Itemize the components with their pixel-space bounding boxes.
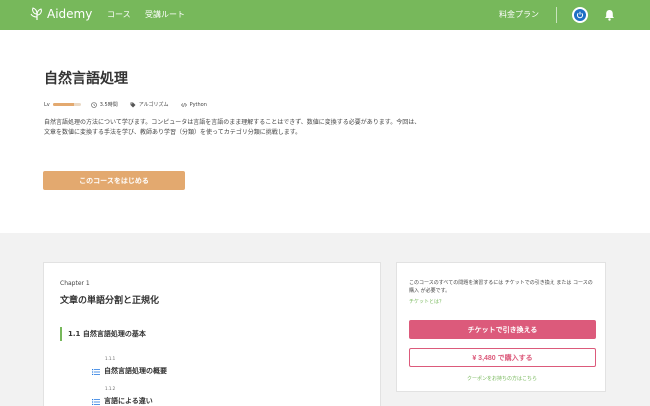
lesson-title: 自然言語処理の概要 bbox=[104, 367, 167, 375]
level-indicator: Lv bbox=[44, 102, 81, 108]
nav-courses[interactable]: コース bbox=[107, 9, 131, 20]
level-bar-fill bbox=[52, 103, 74, 106]
lesson-number: 1.1.1 bbox=[105, 356, 116, 361]
redeem-ticket-button[interactable]: チケットで引き換える bbox=[409, 320, 596, 339]
user-menu-button[interactable] bbox=[572, 7, 588, 23]
header-divider bbox=[556, 7, 557, 23]
course-meta: Lv 3.5時間 アルゴリズム Python bbox=[44, 101, 219, 109]
tag-icon bbox=[130, 102, 136, 107]
level-label: Lv bbox=[44, 101, 50, 108]
chapter-label: Chapter 1 bbox=[60, 280, 90, 287]
lesson-number: 1.1.2 bbox=[105, 386, 116, 391]
coupon-link[interactable]: クーポンをお持ちの方はこちら bbox=[397, 375, 607, 382]
list-item[interactable]: 1.1.1 自然言語処理の概要 bbox=[92, 356, 167, 376]
chapter-title: 文章の単語分割と正規化 bbox=[60, 296, 160, 306]
tag-language: Python bbox=[180, 101, 207, 108]
bell-icon[interactable] bbox=[604, 9, 615, 21]
course-title: 自然言語処理 bbox=[44, 71, 128, 87]
tag-algorithm-text: アルゴリズム bbox=[138, 102, 169, 108]
tag-algorithm: アルゴリズム bbox=[130, 101, 169, 108]
section-title[interactable]: 1.1 自然言語処理の基本 bbox=[60, 327, 146, 341]
top-header: Aidemy コース 受講ルート 料金プラン bbox=[0, 0, 650, 30]
list-item[interactable]: 1.1.2 言語による違い bbox=[92, 386, 153, 406]
list-icon bbox=[92, 369, 100, 375]
power-icon bbox=[574, 9, 586, 21]
course-hero: 自然言語処理 Lv 3.5時間 アルゴリズム Python 自然言語処理の方法に… bbox=[0, 30, 650, 233]
duration-text: 3.5時間 bbox=[99, 102, 118, 108]
list-icon bbox=[92, 399, 100, 405]
leaf-logo-icon bbox=[30, 7, 42, 20]
level-bar bbox=[52, 103, 81, 106]
ticket-info-link[interactable]: チケットとは？ bbox=[409, 298, 444, 305]
lesson-title: 言語による違い bbox=[104, 397, 153, 405]
start-course-button[interactable]: このコースをはじめる bbox=[43, 171, 185, 190]
logo[interactable]: Aidemy bbox=[30, 7, 92, 21]
purchase-info-text: このコースのすべての問題を演習するには チケットでの引き換え または コースの購… bbox=[409, 280, 593, 294]
tag-language-text: Python bbox=[189, 101, 207, 108]
code-icon bbox=[180, 102, 187, 107]
clock-icon bbox=[90, 101, 97, 108]
duration: 3.5時間 bbox=[90, 101, 118, 108]
chapter-card: Chapter 1 文章の単語分割と正規化 1.1 自然言語処理の基本 1.1.… bbox=[43, 262, 381, 406]
logo-text: Aidemy bbox=[47, 7, 93, 21]
nav-pricing[interactable]: 料金プラン bbox=[499, 9, 539, 20]
buy-course-button[interactable]: ¥ 3,480 で購入する bbox=[409, 348, 596, 367]
course-description: 自然言語処理の方法について学びます。コンピュータは言語を言語のまま理解することは… bbox=[44, 119, 421, 136]
nav-learning-route[interactable]: 受講ルート bbox=[145, 9, 185, 20]
purchase-card: このコースのすべての問題を演習するには チケットでの引き換え または コースの購… bbox=[396, 262, 606, 392]
